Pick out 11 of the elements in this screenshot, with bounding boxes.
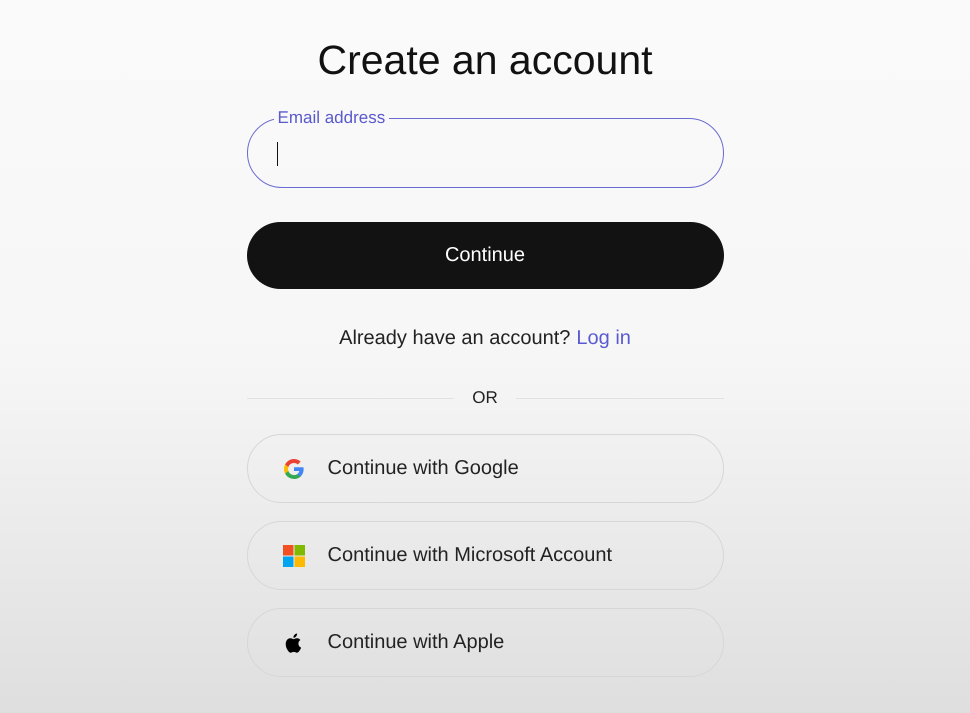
microsoft-sign-in-button[interactable]: Continue with Microsoft Account <box>246 521 724 590</box>
microsoft-logo-icon <box>282 544 306 568</box>
google-sign-in-button[interactable]: Continue with Google <box>246 434 724 503</box>
continue-button[interactable]: Continue <box>246 222 724 289</box>
divider-text: OR <box>472 388 498 408</box>
google-logo-icon <box>282 456 306 480</box>
apple-sign-in-button[interactable]: Continue with Apple <box>246 608 724 677</box>
email-field[interactable]: Email address <box>246 108 724 188</box>
page-title: Create an account <box>317 36 653 85</box>
login-link[interactable]: Log in <box>576 327 631 350</box>
login-prompt-text: Already have an account? <box>339 327 570 350</box>
